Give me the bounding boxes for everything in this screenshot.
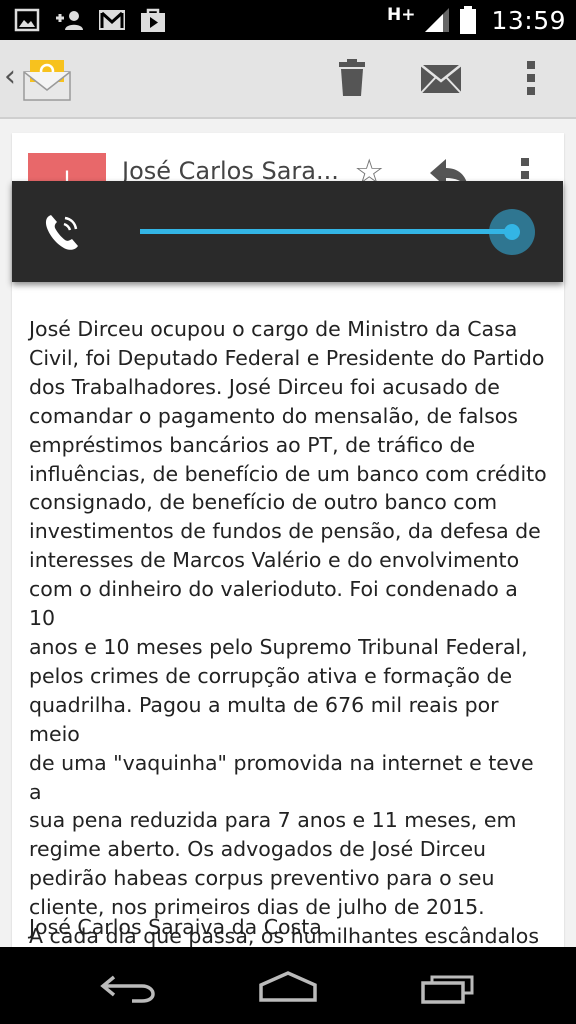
volume-dialog	[12, 181, 563, 282]
in-call-volume-icon[interactable]	[42, 213, 82, 253]
recent-apps-icon[interactable]	[420, 971, 478, 1005]
status-bar: H+ 13:59	[0, 0, 576, 40]
home-icon[interactable]	[258, 971, 318, 1003]
volume-slider[interactable]	[140, 229, 512, 234]
up-caret-icon[interactable]: ‹	[4, 62, 16, 92]
volume-slider-thumb[interactable]	[504, 224, 520, 240]
overflow-menu-icon[interactable]	[526, 60, 536, 96]
clock: 13:59	[491, 5, 566, 35]
network-type: H+	[386, 5, 416, 25]
gallery-notification-icon	[14, 8, 40, 32]
delete-icon[interactable]	[336, 58, 368, 98]
action-bar: ‹	[0, 40, 576, 119]
store-notification-icon	[141, 8, 165, 32]
battery-icon	[460, 6, 477, 34]
volume-slider-fill	[140, 229, 512, 234]
system-icons: H+ 13:59	[387, 0, 566, 40]
notification-icons	[14, 6, 166, 34]
mark-unread-icon[interactable]	[420, 64, 462, 94]
navigation-bar	[0, 947, 576, 1024]
message-signature: José Carlos Saraiva da Costa	[29, 915, 322, 939]
message-body: José Dirceu ocupou o cargo de Ministro d…	[29, 317, 547, 977]
gmail-notification-icon	[99, 10, 125, 30]
email-app-icon[interactable]	[22, 56, 74, 102]
add-contact-notification-icon	[56, 11, 83, 30]
back-icon[interactable]	[100, 973, 156, 1003]
signal-icon	[425, 8, 450, 32]
